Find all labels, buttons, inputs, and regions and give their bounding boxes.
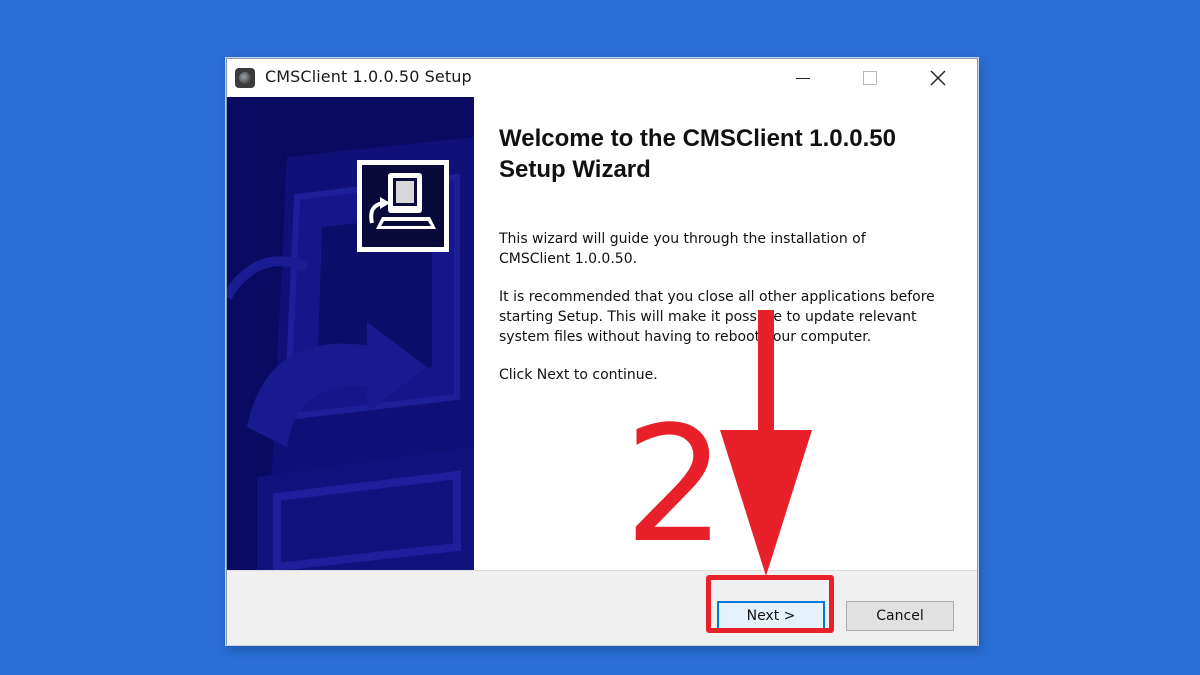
highlight-box-annotation — [706, 575, 834, 633]
down-arrow-icon — [720, 310, 812, 576]
screen: CMSClient 1.0.0.50 Setup Welcome to the … — [0, 0, 1200, 675]
